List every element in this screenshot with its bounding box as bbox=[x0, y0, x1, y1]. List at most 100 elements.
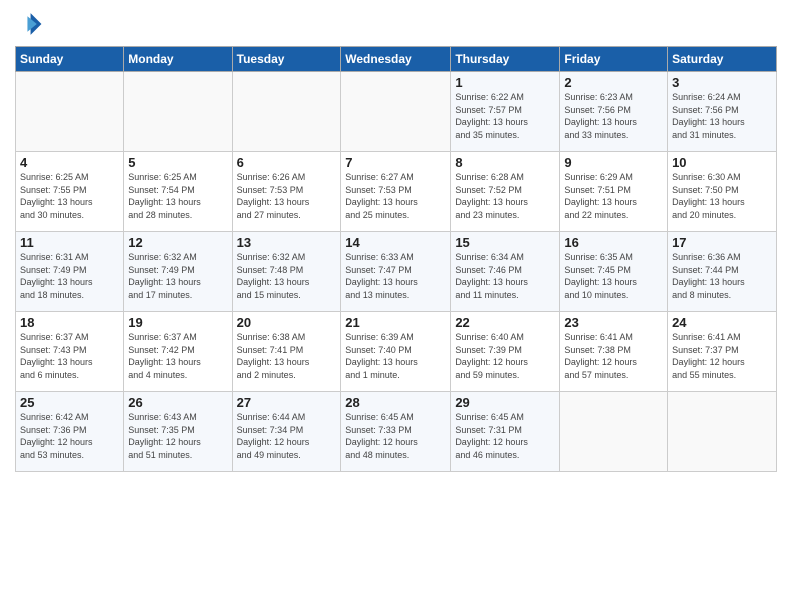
day-detail: Sunrise: 6:41 AM Sunset: 7:37 PM Dayligh… bbox=[672, 331, 772, 381]
calendar-cell: 20Sunrise: 6:38 AM Sunset: 7:41 PM Dayli… bbox=[232, 312, 341, 392]
day-detail: Sunrise: 6:23 AM Sunset: 7:56 PM Dayligh… bbox=[564, 91, 663, 141]
day-number: 6 bbox=[237, 155, 337, 170]
day-number: 25 bbox=[20, 395, 119, 410]
calendar-cell: 29Sunrise: 6:45 AM Sunset: 7:31 PM Dayli… bbox=[451, 392, 560, 472]
calendar-cell bbox=[560, 392, 668, 472]
calendar-cell: 19Sunrise: 6:37 AM Sunset: 7:42 PM Dayli… bbox=[124, 312, 232, 392]
day-number: 5 bbox=[128, 155, 227, 170]
calendar-table: SundayMondayTuesdayWednesdayThursdayFrid… bbox=[15, 46, 777, 472]
day-detail: Sunrise: 6:31 AM Sunset: 7:49 PM Dayligh… bbox=[20, 251, 119, 301]
day-number: 1 bbox=[455, 75, 555, 90]
calendar-week-4: 25Sunrise: 6:42 AM Sunset: 7:36 PM Dayli… bbox=[16, 392, 777, 472]
calendar-cell: 23Sunrise: 6:41 AM Sunset: 7:38 PM Dayli… bbox=[560, 312, 668, 392]
day-detail: Sunrise: 6:28 AM Sunset: 7:52 PM Dayligh… bbox=[455, 171, 555, 221]
day-detail: Sunrise: 6:45 AM Sunset: 7:31 PM Dayligh… bbox=[455, 411, 555, 461]
calendar-cell: 9Sunrise: 6:29 AM Sunset: 7:51 PM Daylig… bbox=[560, 152, 668, 232]
day-number: 20 bbox=[237, 315, 337, 330]
header-cell-saturday: Saturday bbox=[668, 47, 777, 72]
calendar-week-1: 4Sunrise: 6:25 AM Sunset: 7:55 PM Daylig… bbox=[16, 152, 777, 232]
calendar-week-0: 1Sunrise: 6:22 AM Sunset: 7:57 PM Daylig… bbox=[16, 72, 777, 152]
day-detail: Sunrise: 6:41 AM Sunset: 7:38 PM Dayligh… bbox=[564, 331, 663, 381]
day-number: 21 bbox=[345, 315, 446, 330]
calendar-cell: 1Sunrise: 6:22 AM Sunset: 7:57 PM Daylig… bbox=[451, 72, 560, 152]
calendar-cell bbox=[232, 72, 341, 152]
day-number: 18 bbox=[20, 315, 119, 330]
logo-icon bbox=[15, 10, 43, 38]
calendar-cell: 15Sunrise: 6:34 AM Sunset: 7:46 PM Dayli… bbox=[451, 232, 560, 312]
day-detail: Sunrise: 6:25 AM Sunset: 7:55 PM Dayligh… bbox=[20, 171, 119, 221]
day-detail: Sunrise: 6:22 AM Sunset: 7:57 PM Dayligh… bbox=[455, 91, 555, 141]
day-number: 16 bbox=[564, 235, 663, 250]
header-row: SundayMondayTuesdayWednesdayThursdayFrid… bbox=[16, 47, 777, 72]
calendar-cell: 17Sunrise: 6:36 AM Sunset: 7:44 PM Dayli… bbox=[668, 232, 777, 312]
day-number: 23 bbox=[564, 315, 663, 330]
day-detail: Sunrise: 6:30 AM Sunset: 7:50 PM Dayligh… bbox=[672, 171, 772, 221]
calendar-cell: 12Sunrise: 6:32 AM Sunset: 7:49 PM Dayli… bbox=[124, 232, 232, 312]
day-number: 4 bbox=[20, 155, 119, 170]
day-detail: Sunrise: 6:32 AM Sunset: 7:49 PM Dayligh… bbox=[128, 251, 227, 301]
calendar-cell: 21Sunrise: 6:39 AM Sunset: 7:40 PM Dayli… bbox=[341, 312, 451, 392]
calendar-cell: 2Sunrise: 6:23 AM Sunset: 7:56 PM Daylig… bbox=[560, 72, 668, 152]
day-detail: Sunrise: 6:36 AM Sunset: 7:44 PM Dayligh… bbox=[672, 251, 772, 301]
calendar-cell: 5Sunrise: 6:25 AM Sunset: 7:54 PM Daylig… bbox=[124, 152, 232, 232]
calendar-cell: 7Sunrise: 6:27 AM Sunset: 7:53 PM Daylig… bbox=[341, 152, 451, 232]
day-detail: Sunrise: 6:37 AM Sunset: 7:42 PM Dayligh… bbox=[128, 331, 227, 381]
day-number: 15 bbox=[455, 235, 555, 250]
calendar-cell: 14Sunrise: 6:33 AM Sunset: 7:47 PM Dayli… bbox=[341, 232, 451, 312]
day-number: 29 bbox=[455, 395, 555, 410]
header-cell-monday: Monday bbox=[124, 47, 232, 72]
day-number: 2 bbox=[564, 75, 663, 90]
calendar-cell: 4Sunrise: 6:25 AM Sunset: 7:55 PM Daylig… bbox=[16, 152, 124, 232]
calendar-cell: 26Sunrise: 6:43 AM Sunset: 7:35 PM Dayli… bbox=[124, 392, 232, 472]
calendar-cell: 16Sunrise: 6:35 AM Sunset: 7:45 PM Dayli… bbox=[560, 232, 668, 312]
day-number: 9 bbox=[564, 155, 663, 170]
day-detail: Sunrise: 6:39 AM Sunset: 7:40 PM Dayligh… bbox=[345, 331, 446, 381]
header bbox=[15, 10, 777, 38]
day-number: 26 bbox=[128, 395, 227, 410]
day-number: 14 bbox=[345, 235, 446, 250]
calendar-cell bbox=[668, 392, 777, 472]
day-number: 7 bbox=[345, 155, 446, 170]
calendar-cell: 13Sunrise: 6:32 AM Sunset: 7:48 PM Dayli… bbox=[232, 232, 341, 312]
page: SundayMondayTuesdayWednesdayThursdayFrid… bbox=[0, 0, 792, 612]
day-detail: Sunrise: 6:34 AM Sunset: 7:46 PM Dayligh… bbox=[455, 251, 555, 301]
day-number: 12 bbox=[128, 235, 227, 250]
calendar-cell: 27Sunrise: 6:44 AM Sunset: 7:34 PM Dayli… bbox=[232, 392, 341, 472]
day-number: 10 bbox=[672, 155, 772, 170]
calendar-cell: 10Sunrise: 6:30 AM Sunset: 7:50 PM Dayli… bbox=[668, 152, 777, 232]
calendar-body: 1Sunrise: 6:22 AM Sunset: 7:57 PM Daylig… bbox=[16, 72, 777, 472]
day-detail: Sunrise: 6:38 AM Sunset: 7:41 PM Dayligh… bbox=[237, 331, 337, 381]
day-detail: Sunrise: 6:35 AM Sunset: 7:45 PM Dayligh… bbox=[564, 251, 663, 301]
header-cell-friday: Friday bbox=[560, 47, 668, 72]
header-cell-sunday: Sunday bbox=[16, 47, 124, 72]
header-cell-tuesday: Tuesday bbox=[232, 47, 341, 72]
day-detail: Sunrise: 6:32 AM Sunset: 7:48 PM Dayligh… bbox=[237, 251, 337, 301]
day-number: 22 bbox=[455, 315, 555, 330]
calendar-cell bbox=[124, 72, 232, 152]
day-detail: Sunrise: 6:37 AM Sunset: 7:43 PM Dayligh… bbox=[20, 331, 119, 381]
day-detail: Sunrise: 6:45 AM Sunset: 7:33 PM Dayligh… bbox=[345, 411, 446, 461]
day-detail: Sunrise: 6:44 AM Sunset: 7:34 PM Dayligh… bbox=[237, 411, 337, 461]
day-number: 28 bbox=[345, 395, 446, 410]
calendar-cell: 8Sunrise: 6:28 AM Sunset: 7:52 PM Daylig… bbox=[451, 152, 560, 232]
day-detail: Sunrise: 6:40 AM Sunset: 7:39 PM Dayligh… bbox=[455, 331, 555, 381]
day-detail: Sunrise: 6:43 AM Sunset: 7:35 PM Dayligh… bbox=[128, 411, 227, 461]
day-detail: Sunrise: 6:33 AM Sunset: 7:47 PM Dayligh… bbox=[345, 251, 446, 301]
calendar-cell: 25Sunrise: 6:42 AM Sunset: 7:36 PM Dayli… bbox=[16, 392, 124, 472]
day-number: 27 bbox=[237, 395, 337, 410]
day-detail: Sunrise: 6:29 AM Sunset: 7:51 PM Dayligh… bbox=[564, 171, 663, 221]
day-number: 11 bbox=[20, 235, 119, 250]
calendar-cell: 18Sunrise: 6:37 AM Sunset: 7:43 PM Dayli… bbox=[16, 312, 124, 392]
calendar-cell: 24Sunrise: 6:41 AM Sunset: 7:37 PM Dayli… bbox=[668, 312, 777, 392]
calendar-header: SundayMondayTuesdayWednesdayThursdayFrid… bbox=[16, 47, 777, 72]
day-number: 3 bbox=[672, 75, 772, 90]
day-number: 17 bbox=[672, 235, 772, 250]
calendar-cell: 28Sunrise: 6:45 AM Sunset: 7:33 PM Dayli… bbox=[341, 392, 451, 472]
calendar-cell: 6Sunrise: 6:26 AM Sunset: 7:53 PM Daylig… bbox=[232, 152, 341, 232]
logo bbox=[15, 10, 47, 38]
day-number: 13 bbox=[237, 235, 337, 250]
day-detail: Sunrise: 6:42 AM Sunset: 7:36 PM Dayligh… bbox=[20, 411, 119, 461]
header-cell-thursday: Thursday bbox=[451, 47, 560, 72]
calendar-cell bbox=[341, 72, 451, 152]
calendar-cell bbox=[16, 72, 124, 152]
